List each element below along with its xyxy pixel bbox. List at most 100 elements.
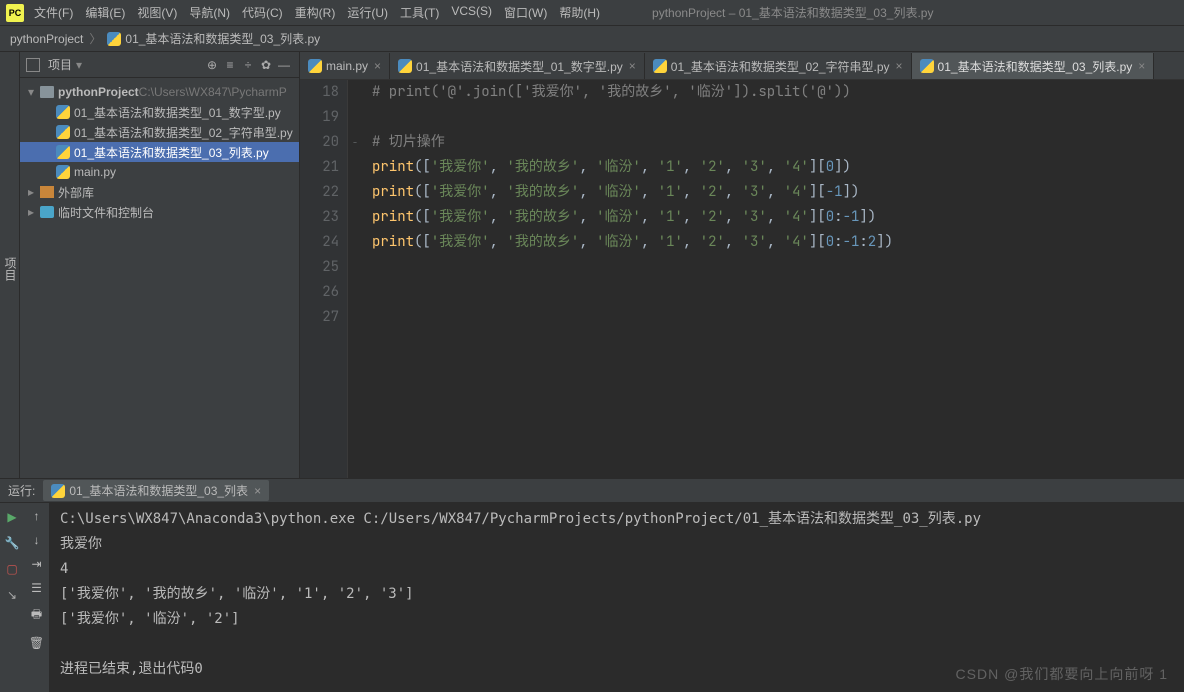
code-line[interactable] — [372, 255, 1184, 280]
menu-item[interactable]: VCS(S) — [451, 4, 492, 21]
code-line[interactable]: # 切片操作 — [372, 130, 1184, 155]
soft-wrap-icon[interactable]: ⇥ — [31, 557, 41, 571]
stop-icon[interactable]: ▢ — [4, 561, 20, 577]
tree-root[interactable]: ▾pythonProject C:\Users\WX847\PycharmP — [20, 82, 299, 102]
tree-file[interactable]: 01_基本语法和数据类型_02_字符串型.py — [20, 122, 299, 142]
menu-item[interactable]: 工具(T) — [400, 4, 439, 21]
line-number: 19 — [300, 105, 339, 130]
fold-marker[interactable] — [348, 305, 362, 330]
run-tool-window: 运行: 01_基本语法和数据类型_03_列表× ▶ 🔧 ▢ ↘ ↑ ↓ ⇥ ☰ … — [0, 478, 1184, 692]
editor-tab[interactable]: main.py× — [300, 53, 390, 79]
code-line[interactable]: print(['我爱你', '我的故乡', '临汾', '1', '2', '3… — [372, 155, 1184, 180]
breadcrumb: pythonProject 〉 01_基本语法和数据类型_03_列表.py — [0, 26, 1184, 52]
tree-file[interactable]: main.py — [20, 162, 299, 182]
code-line[interactable]: print(['我爱你', '我的故乡', '临汾', '1', '2', '3… — [372, 230, 1184, 255]
tree-file[interactable]: 01_基本语法和数据类型_01_数字型.py — [20, 102, 299, 122]
python-file-icon — [308, 59, 322, 73]
line-number: 20 — [300, 130, 339, 155]
menu-bar: PC 文件(F) 编辑(E) 视图(V) 导航(N) 代码(C) 重构(R) 运行(U) 工具… — [0, 0, 1184, 26]
menu-item[interactable]: 视图(V) — [137, 4, 177, 21]
python-file-icon — [920, 59, 934, 73]
down-icon[interactable]: ↓ — [34, 533, 40, 547]
up-icon[interactable]: ↑ — [34, 509, 40, 523]
settings-icon[interactable]: ✿ — [257, 56, 275, 74]
python-file-icon — [107, 32, 121, 46]
code-line[interactable] — [372, 305, 1184, 330]
fold-marker[interactable]: - — [348, 130, 362, 155]
menu-item[interactable]: 导航(N) — [189, 4, 230, 21]
collapse-icon[interactable]: ÷ — [239, 56, 257, 74]
project-panel-title: 项目 — [48, 56, 72, 73]
window-title: pythonProject – 01_基本语法和数据类型_03_列表.py — [652, 4, 933, 21]
scroll-icon[interactable]: ☰ — [31, 581, 42, 595]
code-line[interactable]: print(['我爱你', '我的故乡', '临汾', '1', '2', '3… — [372, 180, 1184, 205]
editor-tab-bar: main.py×01_基本语法和数据类型_01_数字型.py×01_基本语法和数… — [300, 52, 1184, 80]
trash-icon[interactable]: 🗑 — [29, 636, 44, 650]
menu-item[interactable]: 运行(U) — [347, 4, 388, 21]
expand-icon[interactable]: ≡ — [221, 56, 239, 74]
editor-tab[interactable]: 01_基本语法和数据类型_03_列表.py× — [912, 53, 1155, 79]
run-label: 运行: — [8, 482, 35, 499]
line-number: 21 — [300, 155, 339, 180]
fold-marker[interactable] — [348, 180, 362, 205]
code-line[interactable] — [372, 280, 1184, 305]
fold-marker[interactable] — [348, 155, 362, 180]
close-icon[interactable]: × — [374, 59, 381, 73]
fold-marker[interactable] — [348, 255, 362, 280]
python-file-icon — [398, 59, 412, 73]
menu-item[interactable]: 帮助(H) — [559, 4, 600, 21]
fold-gutter[interactable]: - — [348, 80, 362, 478]
line-number: 23 — [300, 205, 339, 230]
tree-scratches[interactable]: ▸临时文件和控制台 — [20, 202, 299, 222]
fold-marker[interactable] — [348, 230, 362, 255]
project-icon — [26, 58, 40, 72]
menu-item[interactable]: 编辑(E) — [85, 4, 125, 21]
close-icon[interactable]: × — [254, 484, 261, 498]
wrench-icon[interactable]: 🔧 — [4, 535, 20, 551]
editor-tab[interactable]: 01_基本语法和数据类型_02_字符串型.py× — [645, 53, 912, 79]
hide-icon[interactable]: — — [275, 56, 293, 74]
editor-tab[interactable]: 01_基本语法和数据类型_01_数字型.py× — [390, 53, 645, 79]
menu-item[interactable]: 代码(C) — [242, 4, 283, 21]
breadcrumb-project[interactable]: pythonProject — [10, 32, 83, 46]
run-header: 运行: 01_基本语法和数据类型_03_列表× — [0, 479, 1184, 503]
app-logo: PC — [6, 4, 24, 22]
print-icon[interactable]: 🖶 — [31, 605, 42, 626]
exit-icon[interactable]: ↘ — [4, 587, 20, 603]
run-console[interactable]: C:\Users\WX847\Anaconda3\python.exe C:/U… — [50, 503, 1184, 692]
menu-item[interactable]: 文件(F) — [34, 4, 73, 21]
fold-marker[interactable] — [348, 105, 362, 130]
project-tree[interactable]: ▾pythonProject C:\Users\WX847\PycharmP01… — [20, 78, 299, 226]
menu-item[interactable]: 窗口(W) — [504, 4, 547, 21]
close-icon[interactable]: × — [1138, 59, 1145, 73]
run-toolbar-left2: ↑ ↓ ⇥ ☰ 🖶 🗑 — [24, 503, 50, 692]
tree-ext-libs[interactable]: ▸外部库 — [20, 182, 299, 202]
fold-marker[interactable] — [348, 280, 362, 305]
code-line[interactable]: print(['我爱你', '我的故乡', '临汾', '1', '2', '3… — [372, 205, 1184, 230]
fold-marker[interactable] — [348, 205, 362, 230]
code-line[interactable]: # print('@'.join(['我爱你', '我的故乡', '临汾']).… — [372, 80, 1184, 105]
line-number: 22 — [300, 180, 339, 205]
python-file-icon — [51, 484, 65, 498]
sidebar-project-tab[interactable]: 项目 — [0, 52, 20, 478]
project-panel-header: 项目 ▾ ⊕ ≡ ÷ ✿ — — [20, 52, 299, 78]
breadcrumb-file[interactable]: 01_基本语法和数据类型_03_列表.py — [125, 30, 320, 47]
breadcrumb-sep: 〉 — [89, 30, 101, 47]
code-editor[interactable]: 18192021222324252627 - # print('@'.join(… — [300, 80, 1184, 478]
project-tool-window: 项目 ▾ ⊕ ≡ ÷ ✿ — ▾pythonProject C:\Users\W… — [20, 52, 300, 478]
run-config-tab[interactable]: 01_基本语法和数据类型_03_列表× — [43, 480, 269, 501]
menu-item[interactable]: 重构(R) — [295, 4, 336, 21]
close-icon[interactable]: × — [896, 59, 903, 73]
python-file-icon — [653, 59, 667, 73]
rerun-icon[interactable]: ▶ — [4, 509, 20, 525]
close-icon[interactable]: × — [629, 59, 636, 73]
locate-icon[interactable]: ⊕ — [203, 56, 221, 74]
fold-marker[interactable] — [348, 80, 362, 105]
line-number: 18 — [300, 80, 339, 105]
code-content[interactable]: # print('@'.join(['我爱你', '我的故乡', '临汾']).… — [362, 80, 1184, 478]
line-number: 27 — [300, 305, 339, 330]
code-line[interactable] — [372, 105, 1184, 130]
run-toolbar-left: ▶ 🔧 ▢ ↘ — [0, 503, 24, 692]
tree-file[interactable]: 01_基本语法和数据类型_03_列表.py — [20, 142, 299, 162]
line-number-gutter: 18192021222324252627 — [300, 80, 348, 478]
